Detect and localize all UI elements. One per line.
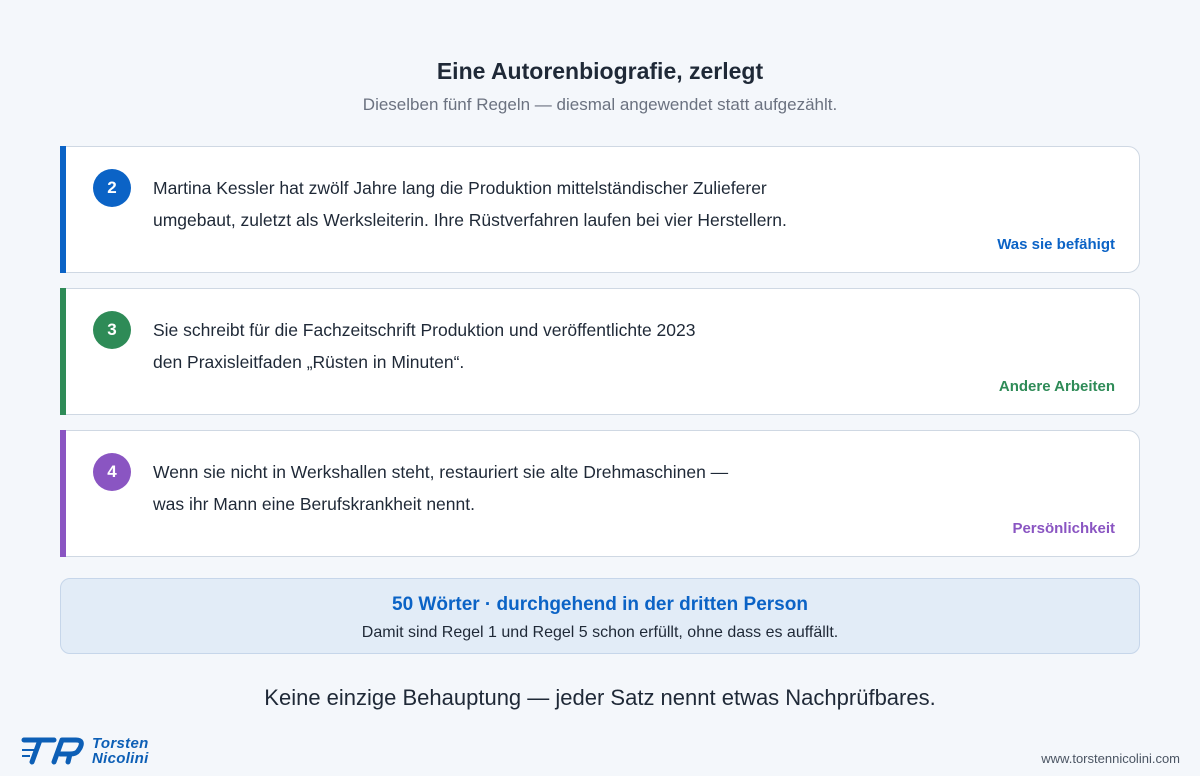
- closing-statement: Keine einzige Behauptung — jeder Satz ne…: [264, 685, 936, 710]
- page-subtitle: Dieselben fünf Regeln — diesmal angewend…: [362, 95, 838, 114]
- card-text-line: was ihr Mann eine Berufskrankheit nennt.: [153, 494, 475, 514]
- card-text-line: Martina Kessler hat zwölf Jahre lang die…: [153, 178, 767, 198]
- page-title: Eine Autorenbiografie, zerlegt: [436, 58, 764, 84]
- summary-box: 50 Wörter · durchgehend in der dritten P…: [60, 578, 1140, 654]
- card-text: Sie schreibt für die Fachzeitschrift Pro…: [153, 314, 873, 378]
- rule-number-badge: 3: [93, 311, 131, 349]
- card-accent-bar: [60, 288, 66, 415]
- card-text: Martina Kessler hat zwölf Jahre lang die…: [153, 172, 873, 236]
- card-text-line: Sie schreibt für die Fachzeitschrift Pro…: [153, 320, 696, 340]
- logo-name-line-2: Nicolini: [92, 750, 149, 767]
- card-text-line: umgebaut, zuletzt als Werksleiterin. Ihr…: [153, 210, 787, 230]
- website-link[interactable]: www.torstennicolini.com: [1041, 751, 1180, 766]
- bio-card-personality: 4 Wenn sie nicht in Werkshallen steht, r…: [60, 430, 1140, 557]
- card-category-tag: Persönlichkeit: [1012, 520, 1115, 537]
- card-accent-bar: [60, 430, 66, 557]
- card-accent-bar: [60, 146, 66, 273]
- rule-number-badge: 4: [93, 453, 131, 491]
- summary-body: Damit sind Regel 1 und Regel 5 schon erf…: [361, 624, 839, 641]
- rule-number-badge: 2: [93, 169, 131, 207]
- card-text: Wenn sie nicht in Werkshallen steht, res…: [153, 456, 873, 520]
- bio-card-other-work: 3 Sie schreibt für die Fachzeitschrift P…: [60, 288, 1140, 415]
- brand-logo: Torsten Nicolini: [20, 730, 170, 770]
- card-text-line: den Praxisleitfaden „Rüsten in Minuten“.: [153, 352, 465, 372]
- card-text-line: Wenn sie nicht in Werkshallen steht, res…: [153, 462, 729, 482]
- bio-card-skills: 2 Martina Kessler hat zwölf Jahre lang d…: [60, 146, 1140, 273]
- card-category-tag: Andere Arbeiten: [998, 378, 1115, 395]
- summary-headline: 50 Wörter · durchgehend in der dritten P…: [392, 594, 808, 615]
- logo-mark-icon: [21, 737, 84, 765]
- card-category-tag: Was sie befähigt: [997, 236, 1115, 253]
